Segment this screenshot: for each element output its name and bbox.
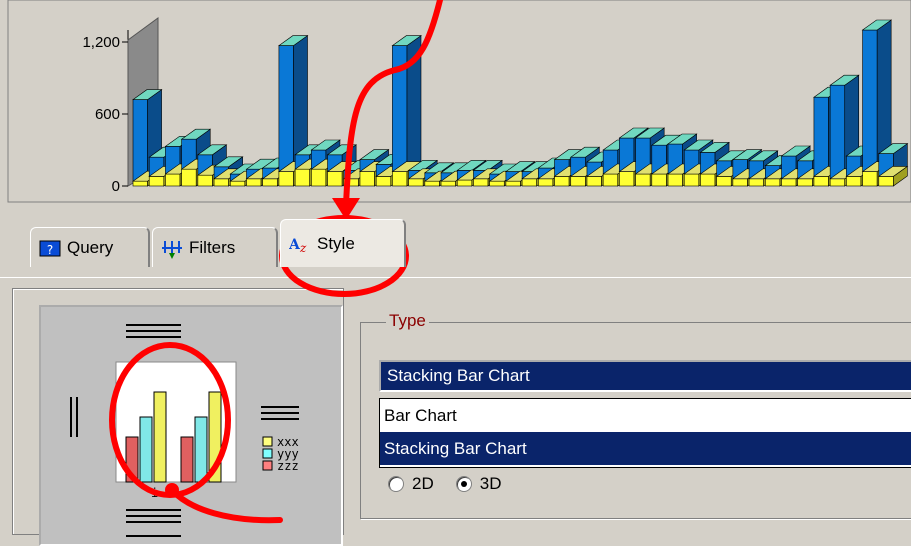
bar-yellow-41: [797, 178, 813, 187]
radio-3d-button[interactable]: [455, 476, 472, 492]
bar-yellow-44: [846, 176, 862, 187]
bar-yellow-38: [748, 178, 764, 187]
bar-yellow-20: [456, 179, 473, 187]
filters-icon: [161, 239, 183, 259]
bar-yellow-0: [132, 180, 148, 187]
chart-type-select[interactable]: Stacking Bar Chart: [379, 360, 911, 392]
bar-yellow-43: [829, 178, 846, 187]
chart-area: 1,200 600 0: [0, 0, 911, 207]
query-icon: ?: [39, 239, 61, 257]
bar-yellow-14: [359, 171, 375, 187]
bar-yellow-32: [651, 173, 667, 187]
y-tick-label: 1,200: [82, 34, 120, 51]
radio-2d-button[interactable]: [388, 476, 404, 492]
svg-text:?: ?: [47, 243, 53, 257]
tab-style[interactable]: Az Style: [280, 219, 406, 267]
bar-yellow-21: [473, 178, 489, 187]
bar-yellow-5: [213, 178, 229, 187]
bar-yellow-22: [489, 180, 505, 187]
type-group-legend: Type: [386, 311, 429, 331]
bar-yellow-31: [635, 173, 651, 187]
bar-yellow-12: [327, 171, 343, 187]
dimension-radio-group: 2D 3D: [388, 474, 501, 494]
bar-yellow-33: [667, 173, 683, 187]
bar-blue-16-side: [406, 35, 422, 173]
bar-yellow-46: [878, 176, 894, 187]
bar-yellow-39: [764, 178, 781, 187]
bar-blue-9: [278, 45, 294, 172]
bar-yellow-45: [862, 171, 878, 187]
bar-yellow-27: [570, 176, 586, 187]
tab-filters[interactable]: Filters: [152, 227, 278, 267]
bar-yellow-3: [181, 168, 197, 187]
bar-yellow-10: [294, 168, 311, 187]
bar-yellow-7: [246, 178, 262, 187]
bar-blue-42: [813, 96, 829, 177]
bar-blue-43: [829, 84, 846, 180]
style-icon: Az: [288, 235, 311, 255]
bar-yellow-18: [424, 180, 440, 187]
bar-yellow-29: [602, 173, 619, 187]
preview-axis-label: i: [151, 486, 158, 500]
bar-yellow-23: [505, 180, 521, 187]
bar-yellow-13: [343, 178, 359, 187]
bar-yellow-37: [732, 178, 748, 187]
tab-query-label: Query: [67, 237, 114, 257]
svg-text:z: z: [299, 241, 307, 253]
bar-yellow-28: [586, 176, 602, 187]
bar-yellow-15: [375, 176, 392, 187]
bar-yellow-8: [262, 178, 278, 187]
bar-yellow-9: [278, 171, 294, 187]
preview-graphic: i xxx yyy zzz: [70, 324, 299, 537]
bar-yellow-16: [392, 171, 408, 187]
bar-yellow-36: [716, 176, 732, 187]
bar-yellow-42: [813, 176, 829, 187]
chart-type-dropdown-list: Bar Chart Stacking Bar Chart: [379, 398, 911, 468]
y-tick-label: 600: [95, 106, 120, 123]
radio-2d[interactable]: 2D: [388, 474, 434, 494]
bar-yellow-24: [521, 178, 537, 187]
bar-yellow-1: [148, 176, 165, 187]
tab-filters-label: Filters: [189, 237, 236, 257]
option-bar-chart[interactable]: Bar Chart: [380, 399, 911, 432]
bar-blue-0: [132, 99, 148, 182]
option-stacking-bar-chart[interactable]: Stacking Bar Chart: [380, 432, 911, 465]
chart-preview: i xxx yyy zzz: [39, 305, 343, 546]
y-tick-label: 0: [112, 178, 120, 195]
bar-yellow-4: [197, 174, 213, 187]
bar-yellow-25: [538, 178, 554, 187]
bar-blue-16: [392, 45, 408, 172]
bar-yellow-30: [619, 171, 635, 187]
bar-yellow-35: [700, 173, 716, 187]
bar-yellow-2: [165, 173, 181, 187]
bar-chart: 1,200 600 0: [7, 0, 911, 203]
bar-yellow-34: [683, 173, 700, 187]
preview-frame: i xxx yyy zzz: [12, 288, 344, 546]
bar-yellow-6: [229, 180, 246, 187]
radio-3d-label: 3D: [479, 474, 502, 493]
bar-yellow-19: [440, 180, 456, 187]
tab-strip: ? Query Filters Az Style: [0, 207, 911, 277]
bar-yellow-40: [781, 178, 797, 187]
tab-style-label: Style: [317, 233, 355, 253]
radio-3d[interactable]: 3D: [455, 474, 502, 494]
bar-yellow-17: [408, 178, 424, 187]
bar-yellow-26: [554, 176, 570, 187]
tab-query[interactable]: ? Query: [30, 227, 150, 267]
bar-blue-45: [862, 29, 878, 172]
preview-legend-zzz: zzz: [277, 459, 299, 473]
bar-yellow-11: [311, 168, 327, 187]
radio-2d-label: 2D: [412, 474, 434, 493]
